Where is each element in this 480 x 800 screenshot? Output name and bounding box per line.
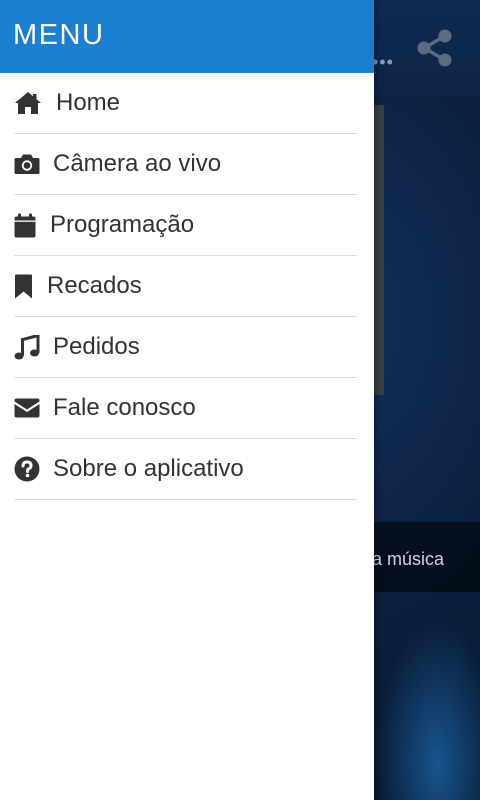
music-note-icon	[14, 334, 40, 360]
menu-item-sobre[interactable]: Sobre o aplicativo	[14, 439, 357, 500]
background-glow	[374, 620, 480, 800]
menu-item-programacao[interactable]: Programação	[14, 195, 357, 256]
drawer-header: MENU	[0, 0, 374, 73]
overflow-dots-icon: •••	[372, 52, 394, 72]
envelope-icon	[14, 398, 40, 418]
question-circle-icon	[14, 456, 40, 482]
camera-icon	[14, 153, 40, 175]
menu-item-label: Recados	[47, 272, 142, 299]
home-icon	[14, 91, 42, 115]
menu-item-pedidos[interactable]: Pedidos	[14, 317, 357, 378]
menu-item-label: Pedidos	[53, 333, 140, 360]
now-playing-text: a música	[372, 549, 445, 569]
menu-item-camera[interactable]: Câmera ao vivo	[14, 134, 357, 195]
menu-item-label: Programação	[50, 211, 195, 238]
menu-item-label: Home	[56, 89, 121, 116]
share-icon[interactable]	[416, 28, 454, 68]
bookmark-icon	[14, 274, 33, 299]
menu-item-label: Câmera ao vivo	[53, 150, 222, 177]
drawer-title: MENU	[13, 19, 105, 51]
menu-list: Home Câmera ao vivo Programação Recados …	[0, 73, 374, 500]
menu-item-home[interactable]: Home	[14, 73, 357, 134]
menu-item-label: Fale conosco	[53, 394, 196, 421]
menu-item-fale-conosco[interactable]: Fale conosco	[14, 378, 357, 439]
calendar-icon	[14, 213, 36, 238]
menu-item-recados[interactable]: Recados	[14, 256, 357, 317]
menu-item-label: Sobre o aplicativo	[53, 455, 244, 482]
navigation-drawer: MENU Home Câmera ao vivo Programação Rec…	[0, 0, 374, 800]
